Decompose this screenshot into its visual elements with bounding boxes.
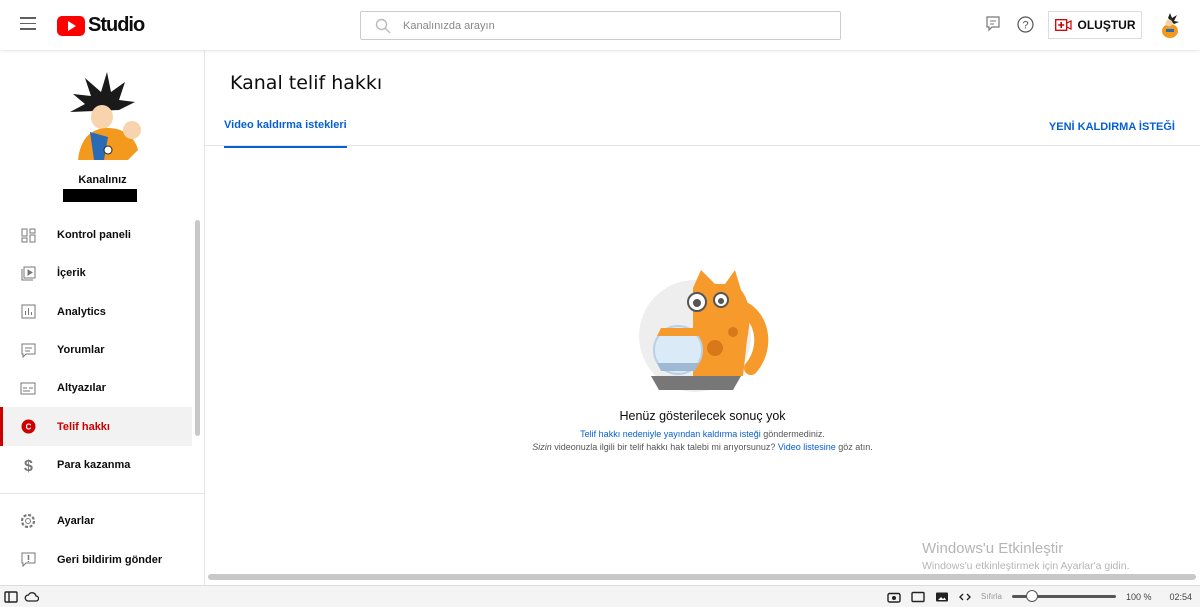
top-bar: Studio ? OLUŞTUR xyxy=(0,0,1200,50)
cat-fishbowl-illustration xyxy=(638,270,768,392)
panel-icon[interactable] xyxy=(4,590,18,603)
create-button[interactable]: OLUŞTUR xyxy=(1048,11,1142,39)
sidebar-item-monetization[interactable]: $ Para kazanma xyxy=(0,446,192,484)
image-icon[interactable] xyxy=(935,591,949,603)
sidebar-nav: Kontrol paneli İçerik Analytics Yorumlar… xyxy=(0,216,205,579)
dashboard-icon xyxy=(21,228,35,243)
channel-avatar[interactable] xyxy=(60,72,146,162)
gear-icon xyxy=(20,514,36,529)
page-title: Kanal telif hakkı xyxy=(230,72,383,94)
windows-activation-watermark: Windows'u Etkinleştir Windows'u etkinleşt… xyxy=(922,540,1130,572)
search-icon xyxy=(375,18,391,33)
cloud-icon[interactable] xyxy=(24,591,39,603)
empty-state: Henüz gösterilecek sonuç yok Telif hakkı… xyxy=(205,268,1200,454)
svg-text:$: $ xyxy=(24,458,33,473)
sidebar-item-dashboard[interactable]: Kontrol paneli xyxy=(0,216,192,254)
help-icon[interactable]: ? xyxy=(1017,16,1034,33)
window-icon[interactable] xyxy=(911,591,925,603)
browser-status-bar: Sıfırla 100 % 02:54 xyxy=(0,585,1200,607)
zoom-reset-button[interactable]: Sıfırla xyxy=(981,592,1002,601)
tab-divider xyxy=(205,145,1200,146)
svg-text:?: ? xyxy=(1022,20,1028,32)
new-takedown-request-button[interactable]: YENİ KALDIRMA İSTEĞİ xyxy=(1049,121,1175,133)
zoom-level: 100 % xyxy=(1125,591,1152,602)
zoom-slider-handle[interactable] xyxy=(1025,590,1038,602)
channel-label: Kanalınız xyxy=(78,174,127,186)
sidebar-item-analytics[interactable]: Analytics xyxy=(0,293,192,331)
tab-takedown-requests[interactable]: Video kaldırma istekleri xyxy=(224,119,347,148)
channel-name-redacted xyxy=(63,189,137,202)
sidebar-item-copyright[interactable]: C Telif hakkı xyxy=(0,407,192,447)
sidebar-divider xyxy=(0,493,205,495)
zoom-slider[interactable] xyxy=(1011,590,1116,602)
copyright-icon: C xyxy=(21,419,35,434)
comments-icon xyxy=(21,343,35,358)
clock: 02:54 xyxy=(1169,591,1192,602)
feedback-icon xyxy=(21,552,35,568)
create-video-icon xyxy=(1054,19,1072,31)
search-box[interactable] xyxy=(360,11,841,40)
camera-icon[interactable] xyxy=(887,591,901,603)
main-content: Kanal telif hakkı Video kaldırma istekle… xyxy=(205,50,1200,585)
dollar-icon: $ xyxy=(24,458,33,473)
analytics-icon xyxy=(21,304,35,319)
menu-icon[interactable] xyxy=(20,17,36,34)
horizontal-scrollbar[interactable] xyxy=(208,574,1196,580)
sidebar-item-feedback[interactable]: Geri bildirim gönder xyxy=(0,540,192,578)
sidebar-item-subtitles[interactable]: Altyazılar xyxy=(0,369,192,407)
sidebar: Kanalınız Kontrol paneli İçerik Analytic… xyxy=(0,50,205,585)
feedback-icon[interactable] xyxy=(986,16,1000,32)
sidebar-scrollbar[interactable] xyxy=(195,220,200,436)
takedown-request-link[interactable]: Telif hakkı nedeniyle yayından kaldırma … xyxy=(580,429,761,439)
svg-text:C: C xyxy=(25,423,31,432)
search-input[interactable] xyxy=(403,19,803,32)
subtitles-icon xyxy=(20,382,36,395)
empty-message: Telif hakkı nedeniyle yayından kaldırma … xyxy=(532,429,873,452)
code-icon[interactable] xyxy=(959,592,972,602)
account-avatar[interactable] xyxy=(1158,12,1182,38)
content-icon xyxy=(21,266,35,281)
sidebar-item-settings[interactable]: Ayarlar xyxy=(0,502,192,540)
youtube-studio-logo[interactable]: Studio xyxy=(57,14,145,37)
sidebar-item-comments[interactable]: Yorumlar xyxy=(0,331,192,369)
video-list-link[interactable]: Video listesine xyxy=(778,442,836,452)
sidebar-item-content[interactable]: İçerik xyxy=(0,254,192,292)
empty-heading: Henüz gösterilecek sonuç yok xyxy=(619,409,786,423)
youtube-logo-icon xyxy=(57,15,85,36)
